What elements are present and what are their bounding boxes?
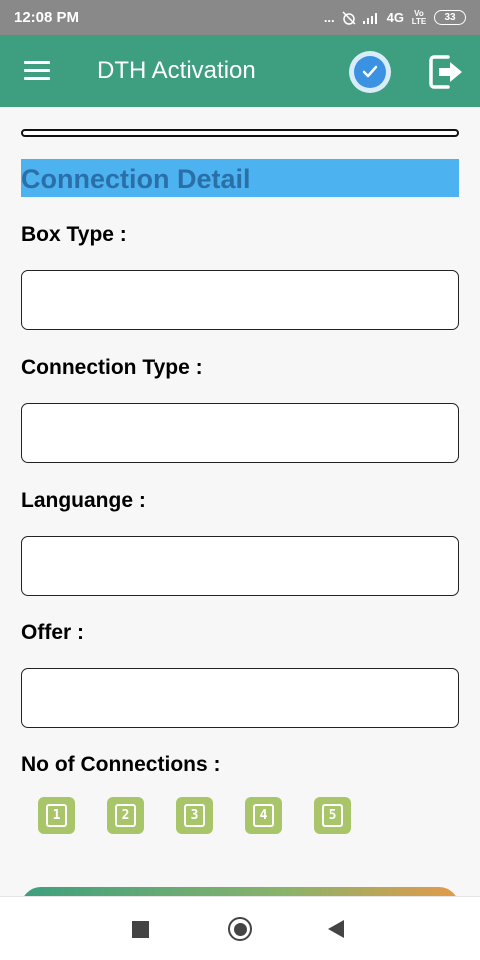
language-label: Languange :	[21, 489, 146, 512]
divider-bar	[21, 129, 459, 137]
menu-icon[interactable]	[24, 61, 50, 81]
alarm-off-icon	[342, 10, 356, 25]
connection-option-2[interactable]: 2	[107, 797, 144, 834]
connections-label: No of Connections :	[21, 753, 221, 776]
volte-badge: Vo LTE	[411, 8, 427, 26]
connection-option-label: 4	[253, 804, 274, 827]
home-circle-icon[interactable]	[228, 917, 252, 941]
language-field[interactable]	[21, 536, 459, 596]
app-bar: DTH Activation	[0, 35, 480, 107]
offer-field[interactable]	[21, 668, 459, 728]
connection-option-label: 5	[322, 804, 343, 827]
page-title: DTH Activation	[97, 57, 256, 84]
connection-option-label: 1	[46, 804, 67, 827]
status-bar: 12:08 PM ... 4G Vo LTE 33	[0, 0, 480, 35]
logout-icon[interactable]	[426, 52, 466, 92]
battery-icon: 33	[434, 10, 466, 25]
network-type: 4G	[386, 10, 404, 25]
status-time: 12:08 PM	[14, 9, 80, 26]
connection-type-field[interactable]	[21, 403, 459, 463]
box-type-label: Box Type :	[21, 223, 127, 246]
submit-button[interactable]	[21, 887, 459, 896]
connection-option-4[interactable]: 4	[245, 797, 282, 834]
section-header: Connection Detail	[21, 159, 459, 197]
box-type-field[interactable]	[21, 270, 459, 330]
connection-option-label: 2	[115, 804, 136, 827]
notification-dots: ...	[323, 10, 335, 25]
form-content[interactable]: Connection Detail Box Type : Connection …	[0, 107, 480, 896]
battery-level: 33	[444, 11, 456, 23]
signal-icon	[362, 12, 377, 24]
connection-option-label: 3	[184, 804, 205, 827]
connection-type-label: Connection Type :	[21, 356, 203, 379]
recents-square-icon[interactable]	[132, 921, 149, 938]
check-circle-icon[interactable]	[349, 51, 391, 93]
connection-option-5[interactable]: 5	[314, 797, 351, 834]
status-icons: ... 4G Vo LTE 33	[323, 8, 466, 26]
back-triangle-icon[interactable]	[328, 920, 344, 938]
system-nav-bar	[0, 896, 480, 960]
connection-option-1[interactable]: 1	[38, 797, 75, 834]
offer-label: Offer :	[21, 621, 84, 644]
connection-option-3[interactable]: 3	[176, 797, 213, 834]
